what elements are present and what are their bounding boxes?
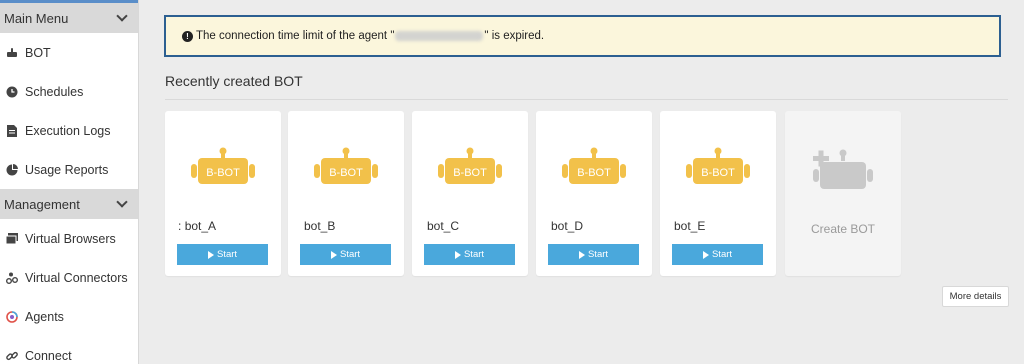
chevron-down-icon xyxy=(116,10,128,22)
start-label: Start xyxy=(711,249,733,260)
start-label: Start xyxy=(339,249,361,260)
sidebar-item-label: Agents xyxy=(25,309,64,324)
play-icon xyxy=(454,250,461,259)
bot-card[interactable]: B-BOT bot_D Start xyxy=(536,111,652,276)
bot-badge: B-BOT xyxy=(701,167,735,179)
sidebar-item-label: Virtual Browsers xyxy=(25,231,116,246)
bot-card[interactable]: B-BOT bot_E Start xyxy=(660,111,776,276)
sidebar-item-usage-reports[interactable]: Usage Reports xyxy=(0,150,138,189)
sidebar-item-label: Usage Reports xyxy=(25,162,109,177)
bot-card[interactable]: B-BOT bot_B Start xyxy=(288,111,404,276)
bot-badge: B-BOT xyxy=(206,167,240,179)
sidebar-item-execution-logs[interactable]: Execution Logs xyxy=(0,111,138,150)
start-button[interactable]: Start xyxy=(177,244,268,265)
sidebar-item-label: Schedules xyxy=(25,84,84,99)
create-bot-card[interactable]: Create BOT xyxy=(785,111,901,276)
main-menu-label: Main Menu xyxy=(4,10,69,26)
sidebar-item-bot[interactable]: BOT xyxy=(0,33,138,72)
bot-name-prefix: : xyxy=(178,219,182,233)
play-icon xyxy=(330,250,337,259)
bot-card[interactable]: B-BOT bot_C Start xyxy=(412,111,528,276)
sidebar-item-label: BOT xyxy=(25,45,51,60)
sidebar-item-label: Virtual Connectors xyxy=(25,270,128,285)
main-content: ! The connection time limit of the agent… xyxy=(140,0,1024,364)
sidebar-item-label: Execution Logs xyxy=(25,123,111,138)
create-bot-label: Create BOT xyxy=(810,222,876,236)
play-icon xyxy=(702,250,709,259)
pie-chart-icon xyxy=(6,163,18,176)
sidebar-item-agents[interactable]: Agents xyxy=(0,297,138,336)
bot-name-text: bot_A xyxy=(184,219,217,233)
management-header[interactable]: Management xyxy=(0,189,138,219)
document-icon xyxy=(6,124,18,137)
sidebar-item-schedules[interactable]: Schedules xyxy=(0,72,138,111)
alert-text-before: The connection time limit of the agent " xyxy=(196,30,395,42)
expired-alert: ! The connection time limit of the agent… xyxy=(164,15,1001,57)
start-label: Start xyxy=(463,249,485,260)
link-icon xyxy=(6,350,18,362)
bot-name: bot_D xyxy=(551,219,584,233)
main-menu-header[interactable]: Main Menu xyxy=(0,0,138,33)
sidebar: Main Menu BOT Schedules Execution Logs U… xyxy=(0,0,139,364)
chevron-down-icon xyxy=(116,196,128,208)
start-label: Start xyxy=(216,249,238,260)
redacted-agent-name xyxy=(395,31,484,41)
start-button[interactable]: Start xyxy=(424,244,515,265)
bot-badge: B-BOT xyxy=(329,167,363,179)
bot-name: : bot_A xyxy=(178,219,216,233)
sidebar-item-virtual-connectors[interactable]: Virtual Connectors xyxy=(0,258,138,297)
start-button[interactable]: Start xyxy=(672,244,763,265)
play-icon xyxy=(578,250,585,259)
start-button[interactable]: Start xyxy=(548,244,639,265)
start-button[interactable]: Start xyxy=(300,244,391,265)
sidebar-item-label: Connect xyxy=(25,348,72,363)
alert-text-after: " is expired. xyxy=(484,30,545,42)
divider xyxy=(165,99,1008,100)
robot-icon xyxy=(6,47,18,59)
play-icon xyxy=(207,250,214,259)
add-robot-icon xyxy=(813,149,873,189)
bot-badge: B-BOT xyxy=(577,167,611,179)
connector-icon xyxy=(6,272,18,284)
start-label: Start xyxy=(587,249,609,260)
clock-icon xyxy=(6,86,18,98)
bot-name: bot_B xyxy=(304,219,336,233)
bot-name: bot_C xyxy=(427,219,460,233)
bot-badge: B-BOT xyxy=(453,167,487,179)
sidebar-item-virtual-browsers[interactable]: Virtual Browsers xyxy=(0,219,138,258)
sidebar-item-connect[interactable]: Connect xyxy=(0,336,138,364)
section-title: Recently created BOT xyxy=(165,73,303,89)
more-details-button[interactable]: More details xyxy=(942,286,1009,307)
bot-card[interactable]: B-BOT : bot_A Start xyxy=(165,111,281,276)
management-label: Management xyxy=(4,196,80,212)
exclamation-icon: ! xyxy=(182,30,193,42)
bot-name: bot_E xyxy=(674,219,706,233)
browser-icon xyxy=(6,233,18,245)
agent-icon xyxy=(6,310,18,323)
